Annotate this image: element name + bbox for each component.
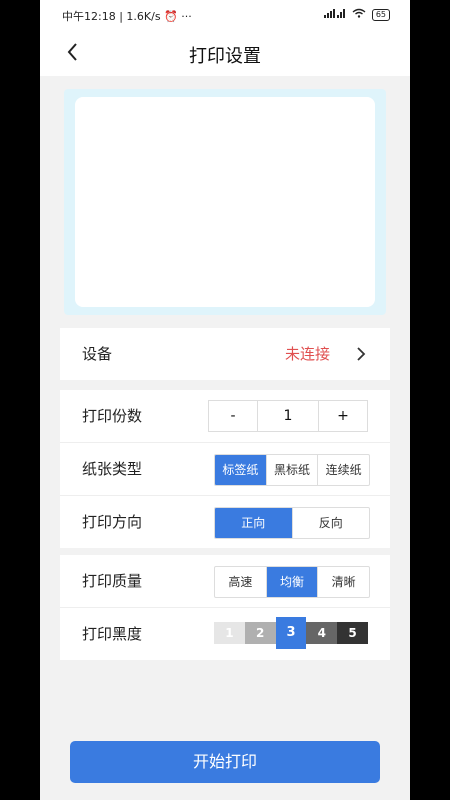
direction-row: 打印方向 正向 反向 bbox=[60, 496, 390, 548]
app-screen: 中午12:18 | 1.6K/s ⏰ ··· 65 打印设置 设备 未连接 打印… bbox=[40, 0, 410, 800]
status-time: 中午12:18 bbox=[62, 10, 116, 23]
label-preview-frame bbox=[64, 89, 386, 315]
direction-label: 打印方向 bbox=[82, 513, 143, 531]
quality-row: 打印质量 高速 均衡 清晰 bbox=[60, 555, 390, 608]
density-level-3[interactable]: 3 bbox=[275, 617, 307, 649]
nav-bar: 打印设置 bbox=[40, 30, 410, 76]
alarm-icon: ⏰ bbox=[164, 10, 178, 23]
decrement-button[interactable]: - bbox=[209, 401, 257, 431]
increment-button[interactable]: + bbox=[319, 401, 367, 431]
paper-option-continuous[interactable]: 连续纸 bbox=[317, 455, 369, 485]
copies-value[interactable]: 1 bbox=[257, 401, 319, 431]
top-bar: 中午12:18 | 1.6K/s ⏰ ··· 65 打印设置 bbox=[40, 0, 410, 76]
copies-stepper: - 1 + bbox=[208, 400, 368, 432]
label-preview bbox=[75, 97, 375, 307]
wifi-icon bbox=[352, 8, 366, 21]
status-speed: 1.6K/s bbox=[126, 10, 161, 23]
direction-option-reverse[interactable]: 反向 bbox=[291, 508, 370, 538]
density-level-2[interactable]: 2 bbox=[244, 622, 276, 644]
chevron-right-icon[interactable] bbox=[354, 345, 368, 363]
status-right: 65 bbox=[323, 8, 390, 21]
paper-row: 纸张类型 标签纸 黑标纸 连续纸 bbox=[60, 443, 390, 496]
direction-option-forward[interactable]: 正向 bbox=[215, 508, 292, 538]
density-level-1[interactable]: 1 bbox=[214, 622, 245, 644]
quality-selector: 高速 均衡 清晰 bbox=[214, 566, 370, 598]
paper-option-blackmark[interactable]: 黑标纸 bbox=[265, 455, 318, 485]
direction-selector: 正向 反向 bbox=[214, 507, 370, 539]
start-print-button[interactable]: 开始打印 bbox=[70, 741, 380, 783]
device-label: 设备 bbox=[82, 345, 113, 363]
copies-label: 打印份数 bbox=[82, 407, 143, 425]
page-title: 打印设置 bbox=[189, 46, 261, 67]
density-level-4[interactable]: 4 bbox=[306, 622, 338, 644]
density-level-5[interactable]: 5 bbox=[337, 622, 368, 644]
density-selector: 1 2 3 4 5 bbox=[214, 617, 368, 649]
paper-type-selector: 标签纸 黑标纸 连续纸 bbox=[214, 454, 370, 486]
density-label: 打印黑度 bbox=[82, 625, 143, 643]
signal-icon bbox=[323, 8, 346, 21]
status-dots: ··· bbox=[181, 10, 192, 23]
status-bar: 中午12:18 | 1.6K/s ⏰ ··· 65 bbox=[40, 0, 410, 30]
battery-icon: 65 bbox=[371, 8, 390, 21]
settings-card-2: 打印质量 高速 均衡 清晰 打印黑度 1 2 3 4 5 bbox=[60, 555, 390, 660]
density-row: 打印黑度 1 2 3 4 5 bbox=[60, 608, 390, 660]
settings-card-1: 打印份数 - 1 + 纸张类型 标签纸 黑标纸 连续纸 打印方向 正向 反向 bbox=[60, 390, 390, 548]
status-divider: | bbox=[119, 10, 123, 23]
device-card: 设备 未连接 bbox=[60, 328, 390, 380]
copies-row: 打印份数 - 1 + bbox=[60, 390, 390, 443]
quality-option-clear[interactable]: 清晰 bbox=[317, 567, 369, 597]
status-left: 中午12:18 | 1.6K/s ⏰ ··· bbox=[62, 8, 192, 24]
paper-option-label[interactable]: 标签纸 bbox=[215, 455, 266, 485]
device-row[interactable]: 设备 未连接 bbox=[60, 328, 390, 380]
device-status: 未连接 bbox=[284, 345, 330, 363]
quality-label: 打印质量 bbox=[82, 572, 143, 590]
quality-option-fast[interactable]: 高速 bbox=[215, 567, 266, 597]
quality-option-balanced[interactable]: 均衡 bbox=[265, 567, 318, 597]
paper-label: 纸张类型 bbox=[82, 460, 143, 478]
